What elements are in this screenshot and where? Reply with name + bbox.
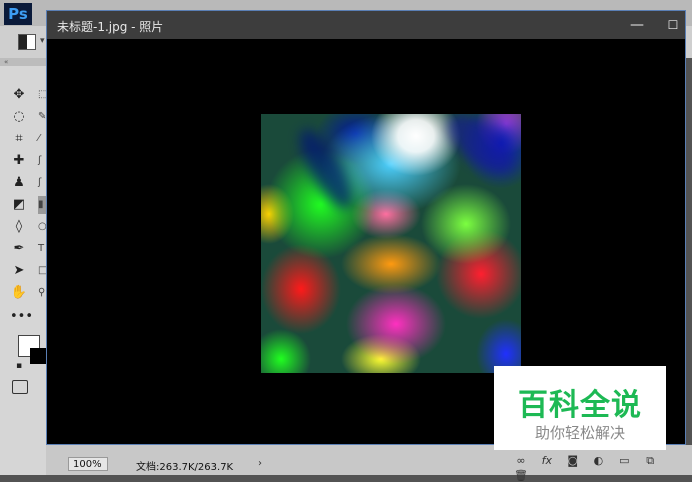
toolbox: « ✥ ⬚ ◌ ✎ ⌗ ⁄ ✚ ʃ ♟ ʃ ◩ ▮ ◊ ○ ✒ T ➤ □ ✋ …	[0, 58, 47, 475]
minimize-button[interactable]: —	[627, 15, 647, 35]
toolbox-collapse-handle[interactable]: «	[0, 58, 46, 66]
background-color-swatch[interactable]	[30, 348, 46, 364]
quick-select-tool-icon[interactable]: ✎	[38, 108, 46, 126]
new-layer-icon[interactable]: ⧉	[639, 454, 661, 468]
type-tool-icon[interactable]: T	[38, 240, 46, 258]
blur-tool-icon[interactable]: ◊	[10, 218, 28, 236]
zoom-field[interactable]: 100%	[68, 457, 108, 471]
chevron-down-icon[interactable]: ▾	[40, 36, 45, 46]
quick-mask-icon[interactable]	[12, 380, 28, 394]
watermark: 百科全说 助你轻松解决	[494, 366, 666, 450]
crop-tool-icon[interactable]: ⌗	[10, 130, 28, 148]
rectangle-tool-icon[interactable]: □	[38, 262, 47, 280]
new-group-icon[interactable]: ▭	[613, 454, 635, 467]
document-titlebar[interactable]: 未标题-1.jpg - 照片 — ☐	[47, 11, 685, 39]
link-layers-icon[interactable]: ∞	[510, 454, 532, 467]
status-menu-arrow[interactable]: ›	[258, 458, 262, 469]
hand-tool-icon[interactable]: ✋	[10, 284, 28, 302]
clone-stamp-tool-icon[interactable]: ♟	[10, 174, 28, 192]
brush-tool-icon[interactable]: ʃ	[38, 152, 46, 170]
canvas-shape	[290, 122, 362, 216]
dodge-tool-icon[interactable]: ○	[38, 218, 47, 236]
default-colors-icon[interactable]: ▪	[16, 361, 22, 371]
marquee-tool-icon[interactable]: ⬚	[38, 86, 47, 104]
gradient-tool-icon[interactable]: ▮	[38, 196, 46, 214]
document-size-info: 文档:263.7K/263.7K	[136, 462, 234, 473]
gradient-tool-preset-icon[interactable]	[18, 34, 36, 50]
maximize-button[interactable]: ☐	[663, 15, 683, 35]
move-tool-icon[interactable]: ✥	[10, 86, 28, 104]
fx-icon[interactable]: fx	[536, 454, 558, 467]
path-selection-tool-icon[interactable]: ➤	[10, 262, 28, 280]
more-tools-icon[interactable]: •••	[10, 308, 33, 326]
pen-tool-icon[interactable]: ✒	[10, 240, 28, 258]
eyedropper-tool-icon[interactable]: ⁄	[38, 130, 46, 148]
canvas-shape	[437, 114, 521, 186]
zoom-tool-icon[interactable]: ⚲	[38, 284, 46, 302]
eraser-tool-icon[interactable]: ◩	[10, 196, 28, 214]
healing-brush-tool-icon[interactable]: ✚	[10, 152, 28, 170]
photoshop-logo: Ps	[4, 3, 32, 25]
adjustment-layer-icon[interactable]: ◐	[587, 454, 609, 467]
lasso-tool-icon[interactable]: ◌	[10, 108, 28, 126]
document-title: 未标题-1.jpg - 照片	[57, 20, 164, 34]
canvas-image[interactable]	[261, 114, 521, 373]
layers-panel-icons: ∞ fx ◙ ◐ ▭ ⧉ 🗑	[510, 453, 680, 482]
history-brush-tool-icon[interactable]: ʃ	[38, 174, 46, 192]
watermark-subtitle: 助你轻松解决	[534, 424, 625, 442]
trash-icon[interactable]: 🗑	[510, 469, 532, 482]
watermark-title: 百科全说	[518, 388, 642, 423]
layer-mask-icon[interactable]: ◙	[562, 454, 584, 467]
